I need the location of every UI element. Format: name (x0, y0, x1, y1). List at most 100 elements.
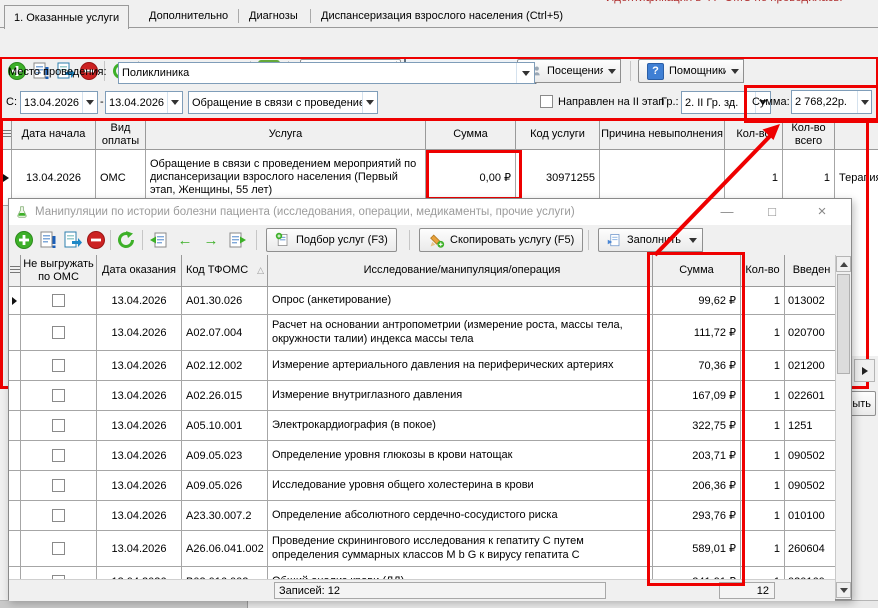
grid-corner[interactable] (0, 120, 12, 150)
last-record-button[interactable] (226, 229, 248, 251)
grid-menu-icon (1, 130, 11, 139)
remove-icon (86, 230, 106, 250)
cell-entered: 090502 (785, 441, 835, 471)
cell-name: Измерение артериального давления на пери… (268, 351, 653, 381)
col-header-date[interactable]: Дата оказания (97, 255, 182, 287)
group-value: 2. II Гр. зд. (682, 97, 755, 109)
table-row[interactable]: 13.04.2026 A02.07.004 Расчет на основани… (9, 315, 835, 351)
col-header-qty[interactable]: Кол-во (741, 255, 785, 287)
cell-code: A26.06.041.002 (182, 531, 268, 567)
cell-date: 13.04.2026 (97, 471, 182, 501)
col-header-sum[interactable]: Сумма (426, 120, 516, 150)
cell-sum: 167,09 ₽ (653, 381, 741, 411)
minimize-button[interactable]: — (709, 201, 745, 221)
no-export-checkbox[interactable] (52, 509, 65, 522)
col-header-name[interactable]: Исследование/манипуляция/операция (268, 255, 653, 287)
col-header-entered[interactable]: Введен (785, 255, 835, 287)
no-export-checkbox[interactable] (52, 542, 65, 555)
stage2-checkbox[interactable] (540, 95, 553, 108)
tab-rendered-services[interactable]: 1. Оказанные услуги (4, 5, 129, 29)
add-service-button[interactable] (13, 229, 35, 251)
no-export-checkbox[interactable] (52, 326, 65, 339)
dialog-titlebar[interactable]: Манипуляции по истории болезни пациента … (9, 199, 851, 225)
cell-sum: 203,71 ₽ (653, 441, 741, 471)
col-header-sum[interactable]: Сумма (653, 255, 741, 287)
scroll-up-button[interactable] (836, 256, 851, 272)
table-row[interactable]: 13.04.2026 A09.05.026 Исследование уровн… (9, 471, 835, 501)
close-button[interactable]: × (804, 201, 840, 221)
bottom-scrollbar-track[interactable] (0, 600, 878, 608)
scroll-down-icon (840, 588, 848, 593)
scroll-down-button[interactable] (836, 582, 851, 598)
tab-dispensary[interactable]: Диспансеризация взрослого населения (Ctr… (312, 5, 572, 27)
copy-service-label: Скопировать услугу (F5) (450, 234, 574, 246)
col-header-department[interactable] (835, 120, 878, 150)
date-range-dash: - (100, 96, 104, 108)
no-export-checkbox[interactable] (52, 449, 65, 462)
table-row[interactable]: 13.04.2026 A05.10.001 Электрокардиографи… (9, 411, 835, 441)
prev-record-button[interactable]: ← (174, 229, 196, 251)
total-sum-combobox[interactable]: 2 768,22р. (791, 90, 872, 114)
cell-entered: 013002 (785, 287, 835, 315)
tab-diagnoses[interactable]: Диагнозы (240, 5, 307, 27)
maximize-button[interactable]: □ (754, 201, 790, 221)
table-row[interactable]: 13.04.2026 A02.12.002 Измерение артериал… (9, 351, 835, 381)
no-export-checkbox[interactable] (52, 359, 65, 372)
document-plus-icon (275, 232, 291, 248)
col-header-service[interactable]: Услуга (146, 120, 426, 150)
scrollbar-thumb[interactable] (837, 274, 850, 374)
podbor-uslug-button[interactable]: Подбор услуг (F3) (266, 228, 397, 252)
table-row[interactable]: 13.04.2026 B03.016.002 Общий анализ кров… (9, 567, 835, 579)
row-selector (9, 287, 21, 315)
date-to-combobox[interactable]: 13.04.2026 (105, 91, 183, 114)
cell-code: A23.30.007.2 (182, 501, 268, 531)
refresh-services-button[interactable] (115, 229, 137, 251)
place-combobox[interactable]: Поликлиника (118, 62, 535, 84)
cell-name: Исследование уровня общего холестерина в… (268, 471, 653, 501)
hscroll-right-button[interactable] (854, 359, 875, 382)
total-count-value: 12 (757, 585, 769, 597)
cell-date: 13.04.2026 (97, 381, 182, 411)
save-icon (62, 230, 82, 250)
table-row[interactable]: 13.04.2026 A23.30.007.2 Определение абсо… (9, 501, 835, 531)
fr-oms-alert-text: Идентификация в ФР ОМС не проводилась! (606, 0, 843, 4)
maximize-icon: □ (768, 204, 776, 219)
grid-corner[interactable] (9, 255, 21, 287)
col-header-qty-total[interactable]: Кол-во всего (783, 120, 835, 150)
first-record-button[interactable] (148, 229, 170, 251)
service-type-combobox[interactable]: Обращение в связи с проведением (188, 91, 378, 114)
no-export-checkbox[interactable] (52, 294, 65, 307)
table-row[interactable]: 13.04.2026 A01.30.026 Опрос (анкетирован… (9, 287, 835, 315)
fill-button[interactable]: Заполнить (598, 228, 690, 252)
cell-qty: 1 (741, 531, 785, 567)
tab-additional[interactable]: Дополнительно (140, 5, 237, 27)
table-row[interactable]: 13.04.2026 A26.06.041.002 Проведение скр… (9, 531, 835, 567)
date-from-combobox[interactable]: 13.04.2026 (20, 91, 98, 114)
no-export-checkbox[interactable] (52, 389, 65, 402)
col-header-no-export[interactable]: Не выгружать по ОМС (21, 255, 97, 287)
col-header-qty[interactable]: Кол-во (725, 120, 783, 150)
delete-service-button[interactable] (85, 229, 107, 251)
cell-code: A09.05.026 (182, 471, 268, 501)
col-header-date[interactable]: Дата начала (12, 120, 96, 150)
save-service-button[interactable] (61, 229, 83, 251)
col-header-fail-reason[interactable]: Причина невыполнения (600, 120, 725, 150)
cell-qty: 1 (741, 567, 785, 579)
table-row[interactable]: 13.04.2026 A02.26.015 Измерение внутригл… (9, 381, 835, 411)
cell-code: A02.12.002 (182, 351, 268, 381)
no-export-checkbox[interactable] (52, 479, 65, 492)
dialog-grid-header: Не выгружать по ОМС Дата оказания Код ТФ… (9, 255, 835, 287)
fill-dropdown-button[interactable] (683, 228, 703, 252)
bottom-scrollbar-thumb[interactable] (0, 601, 248, 608)
vertical-scrollbar[interactable] (835, 255, 851, 599)
no-export-checkbox[interactable] (52, 419, 65, 432)
col-header-code[interactable]: Код ТФОМС△ (182, 255, 268, 287)
col-header-payment[interactable]: Вид оплаты (96, 120, 146, 150)
cell-code: A02.26.015 (182, 381, 268, 411)
cell-date: 13.04.2026 (97, 441, 182, 471)
col-header-service-code[interactable]: Код услуги (516, 120, 600, 150)
edit-service-button[interactable] (37, 229, 59, 251)
next-record-button[interactable]: → (200, 229, 222, 251)
table-row[interactable]: 13.04.2026 A09.05.023 Определение уровня… (9, 441, 835, 471)
copy-service-button[interactable]: Скопировать услугу (F5) (419, 228, 583, 252)
